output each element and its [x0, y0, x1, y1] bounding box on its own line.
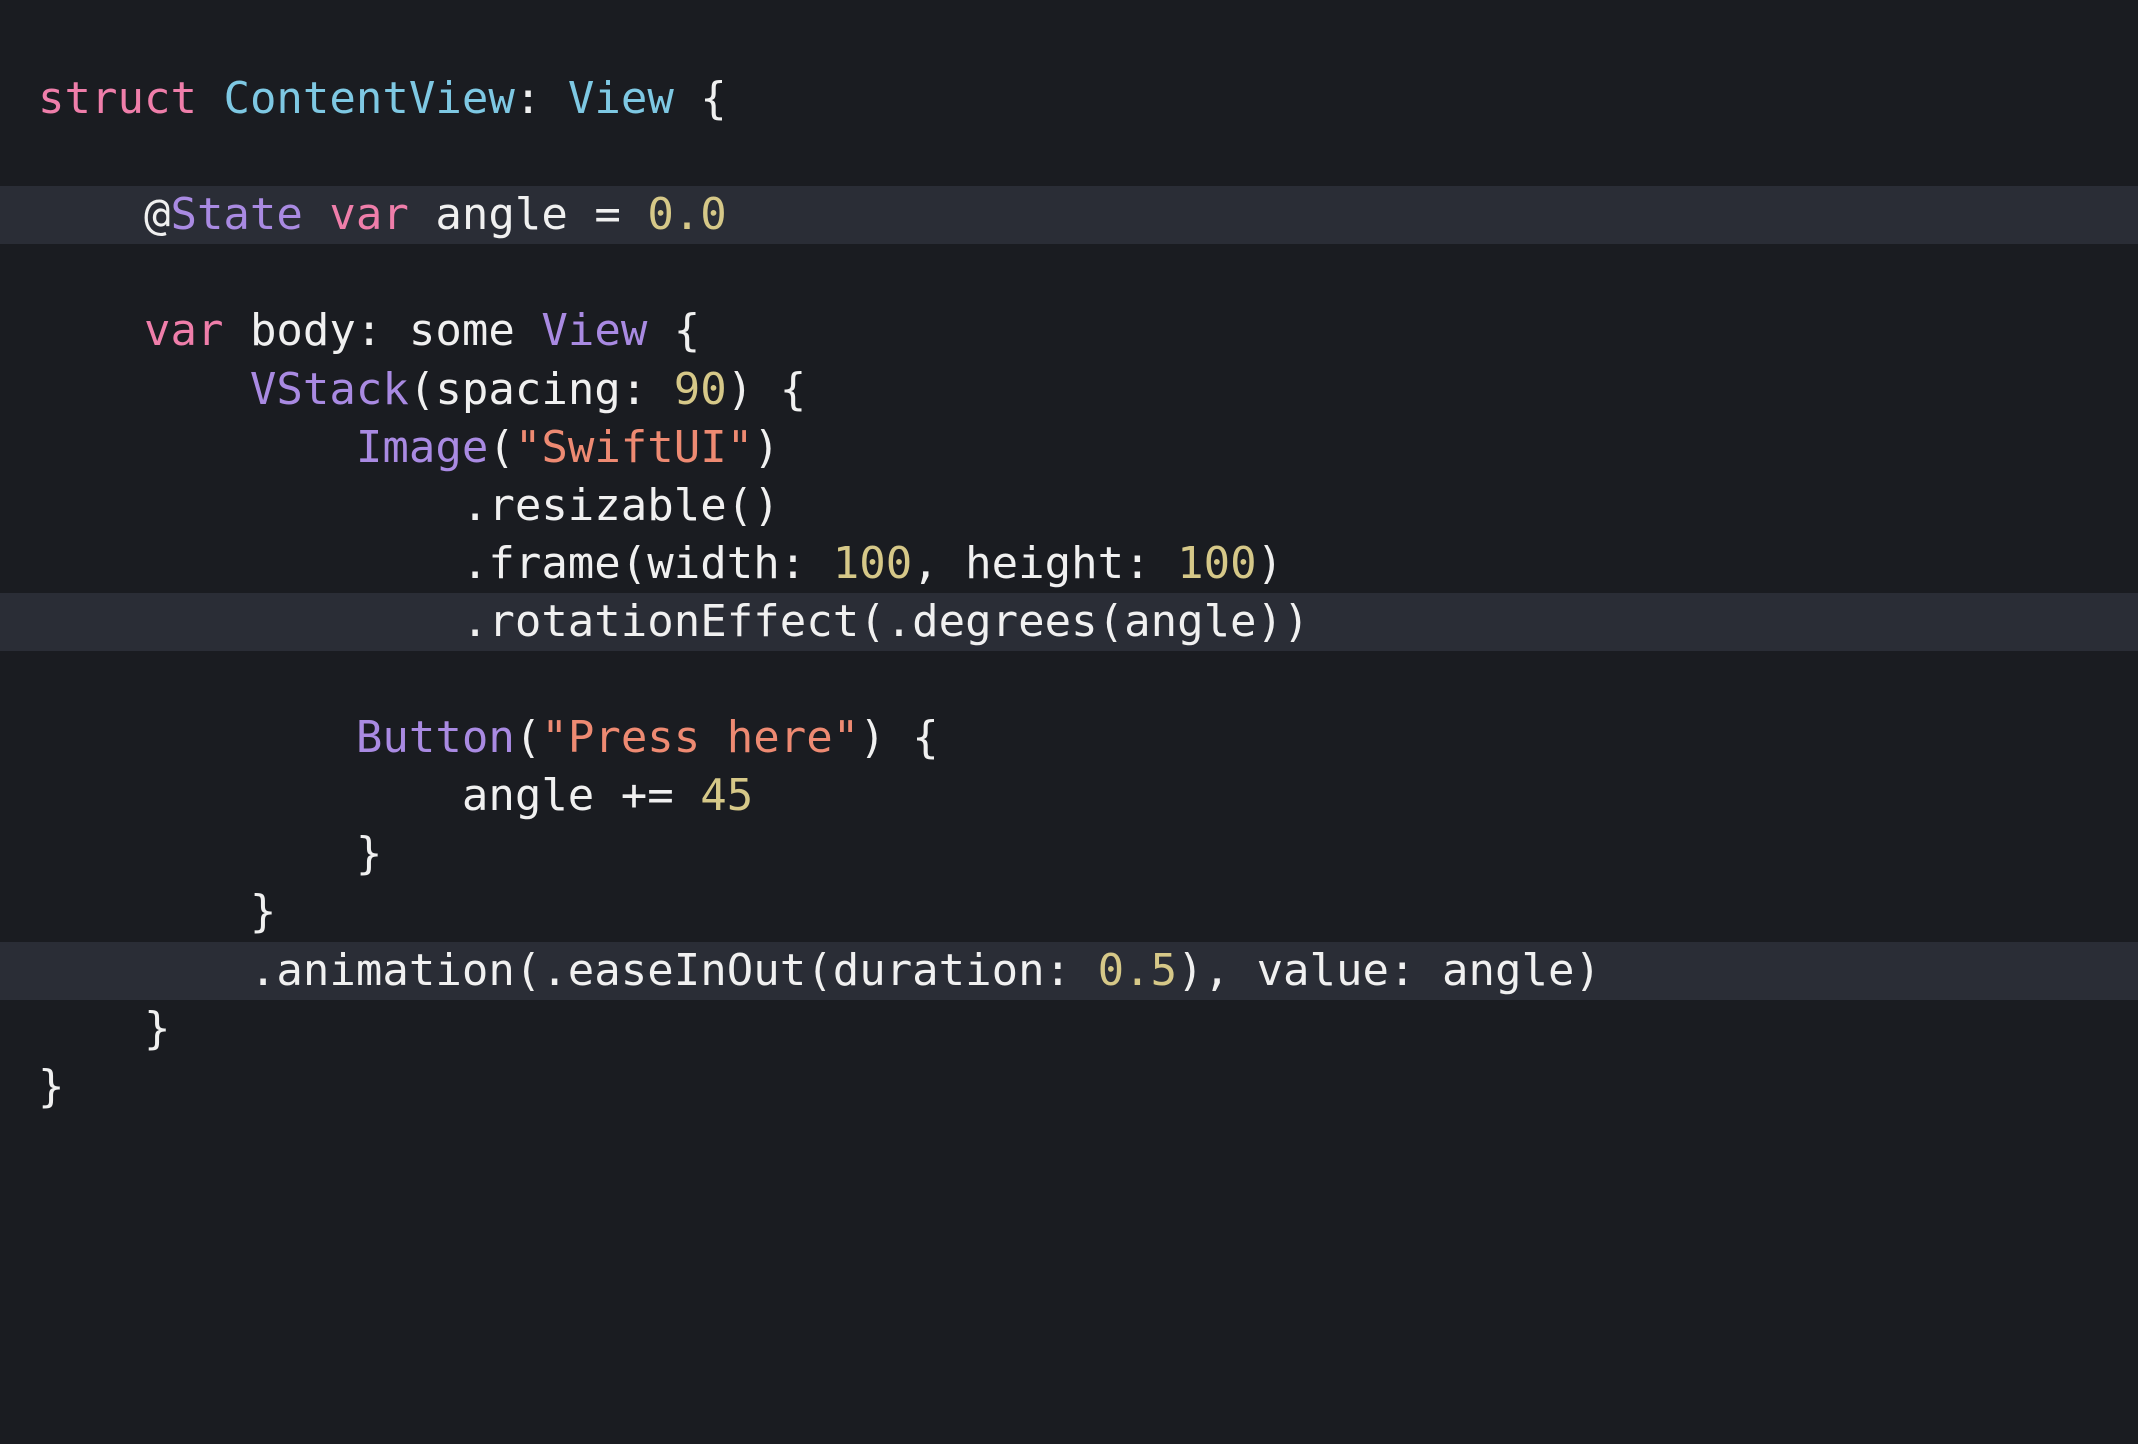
code-token-plain: } — [38, 828, 383, 880]
code-line[interactable] — [0, 244, 2138, 302]
code-token-plain: ( — [488, 421, 515, 473]
code-token-plain: ( — [514, 712, 542, 764]
code-token-keyword: var — [329, 189, 409, 241]
code-token-type: Image — [355, 421, 489, 473]
code-token-plain: ) — [1256, 537, 1284, 589]
code-token-type: State — [170, 189, 303, 241]
code-token-plain: } — [38, 1060, 65, 1112]
code-line[interactable]: } — [0, 1000, 2138, 1058]
code-token-number: 100 — [1177, 537, 1257, 589]
code-token-type: VStack — [249, 363, 409, 415]
code-token-string: "SwiftUI" — [514, 421, 754, 473]
code-token-number: 0.5 — [1097, 944, 1178, 996]
code-token-plain: body: some — [223, 305, 542, 357]
code-token-plain: { — [647, 305, 701, 357]
code-token-plain: @ — [38, 189, 171, 241]
code-token-plain: ), value: angle) — [1177, 944, 1601, 996]
code-token-plain: ) { — [726, 363, 807, 415]
code-token-plain: } — [38, 886, 277, 938]
code-token-string: "Press here" — [541, 712, 860, 764]
code-line[interactable] — [0, 128, 2138, 186]
code-token-plain: } — [38, 1002, 171, 1054]
code-line[interactable]: angle += 45 — [0, 767, 2138, 825]
code-token-plain: .resizable() — [38, 479, 780, 531]
code-token-plain: { — [673, 73, 727, 124]
code-line[interactable] — [0, 651, 2138, 709]
code-token-plain: : — [514, 73, 568, 124]
code-token-plain: .rotationEffect(.degrees(angle)) — [38, 595, 1310, 647]
code-line[interactable]: Button("Press here") { — [0, 709, 2138, 767]
code-token-plain: ) — [753, 421, 780, 473]
code-token-plain: angle = — [408, 189, 648, 241]
code-line[interactable]: } — [0, 1058, 2138, 1116]
code-token-plain: ) { — [859, 712, 939, 764]
code-token-number: 100 — [832, 537, 913, 589]
code-line[interactable]: struct ContentView: View { — [0, 70, 2138, 128]
code-line[interactable]: VStack(spacing: 90) { — [0, 361, 2138, 419]
code-line-highlighted[interactable]: .animation(.easeInOut(duration: 0.5), va… — [0, 941, 2138, 1000]
code-line-highlighted[interactable]: .rotationEffect(.degrees(angle)) — [0, 592, 2138, 651]
code-token-typeDecl: View — [567, 73, 674, 124]
code-line-highlighted[interactable]: @State var angle = 0.0 — [0, 186, 2138, 245]
code-token-keyword: struct — [38, 73, 197, 124]
code-line[interactable]: .resizable() — [0, 477, 2138, 535]
code-token-plain: (spacing: — [408, 363, 674, 415]
code-token-typeDecl: ContentView — [223, 73, 515, 124]
code-line[interactable]: .frame(width: 100, height: 100) — [0, 535, 2138, 593]
code-token-number: 0.0 — [647, 189, 727, 241]
code-token-type: Button — [355, 712, 515, 764]
code-token-keyword: var — [143, 305, 224, 357]
code-token-plain: .frame(width: — [38, 537, 833, 589]
code-editor[interactable]: struct ContentView: View { @State var an… — [0, 0, 2138, 1444]
code-token-plain: , height: — [912, 537, 1178, 589]
code-line[interactable]: var body: some View { — [0, 302, 2138, 360]
code-token-plain: .animation(.easeInOut(duration: — [38, 944, 1098, 996]
code-token-plain: angle += — [38, 770, 701, 822]
code-token-number: 90 — [673, 363, 727, 415]
code-line[interactable]: } — [0, 825, 2138, 883]
code-token-type: View — [541, 305, 648, 357]
code-token-number: 45 — [700, 770, 754, 822]
code-line[interactable]: Image("SwiftUI") — [0, 419, 2138, 477]
code-line[interactable]: } — [0, 883, 2138, 941]
